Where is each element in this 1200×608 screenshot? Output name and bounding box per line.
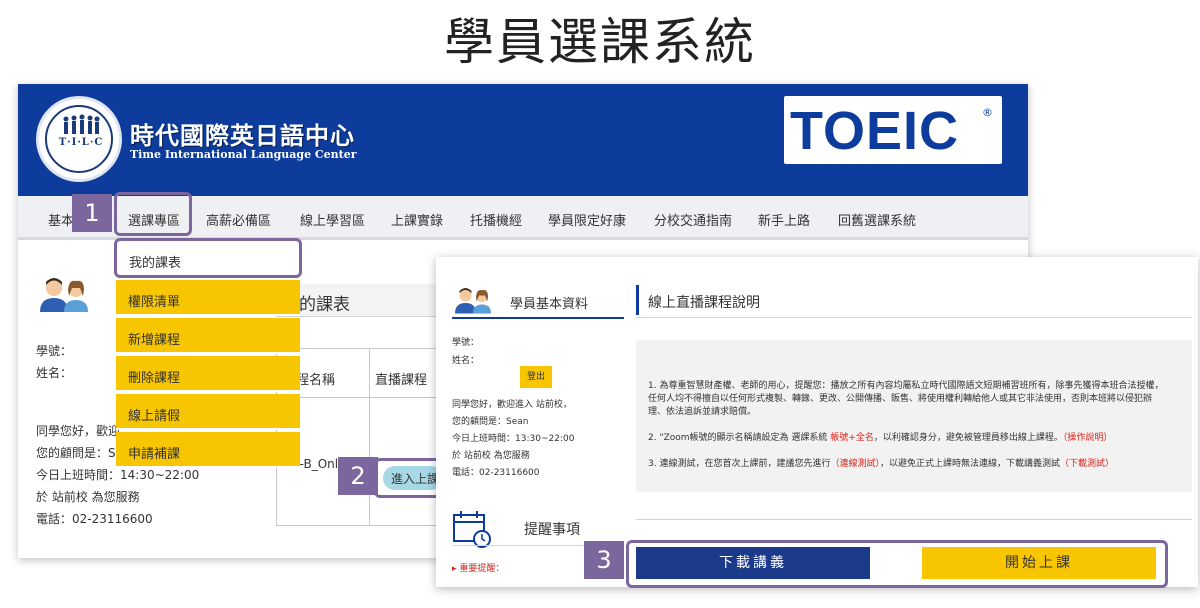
highlight-course-selection xyxy=(114,192,192,236)
logo-letters: T·I·L·C xyxy=(58,137,104,148)
notice-account-name: 帳號+全名 xyxy=(830,433,874,443)
branch-text: 於 站前校 為您服務 xyxy=(452,451,530,461)
nav-item-exam-notes[interactable]: 托播機經 xyxy=(470,210,522,229)
logout-button[interactable]: 登出 xyxy=(520,366,552,388)
nav-item-branch-directions[interactable]: 分校交通指南 xyxy=(654,210,732,229)
notice-line-2-text-b: ，以利確認身分，避免被管理員移出線上課程。 xyxy=(873,433,1063,443)
table-column-divider xyxy=(369,349,370,525)
nav-item-basic[interactable]: 基本 xyxy=(48,210,74,229)
students-avatar-icon xyxy=(455,288,491,314)
brand-name-en: Time International Language Center xyxy=(130,148,357,161)
menu-item-add-course[interactable]: 新增課程 xyxy=(116,318,300,354)
nav-item-online-learning[interactable]: 線上學習區 xyxy=(300,210,365,229)
notice-line-2: 2. "Zoom帳號的顯示名稱請設定為 選課系統 帳號+全名，以利確認身分，避免… xyxy=(648,430,1112,443)
student-name-label: 姓名： xyxy=(36,366,73,380)
section-title: 線上直播課程說明 xyxy=(648,295,760,311)
menu-item-delete-course[interactable]: 刪除課程 xyxy=(116,356,300,392)
highlight-enter-class xyxy=(374,458,442,498)
callout-badge-2: 2 xyxy=(338,457,378,495)
highlight-my-schedule xyxy=(114,238,302,278)
page-title: 學員選課系統 xyxy=(444,13,756,71)
greeting-text: 同學您好，歡迎 xyxy=(36,424,121,438)
student-name-label: 姓名： xyxy=(452,356,480,366)
notice-line-3-text: 3. 連線測試，在您首次上課前，建議您先進行 xyxy=(648,459,831,469)
table-col-live-course: 直播課程 xyxy=(375,373,428,388)
work-hours-text: 今日上班時間：13:30~22:00 xyxy=(452,434,575,444)
menu-item-online-leave[interactable]: 線上請假 xyxy=(116,394,300,430)
student-info-underline xyxy=(452,317,624,319)
advisor-text: 您的顧問是：S xyxy=(36,446,116,460)
nav-item-class-recordings[interactable]: 上課實錄 xyxy=(391,210,443,229)
callout-badge-1: 1 xyxy=(72,194,112,232)
highlight-class-buttons xyxy=(626,540,1168,588)
phone-text: 電話：02-23116600 xyxy=(452,468,540,478)
student-id-label: 學號： xyxy=(36,344,73,358)
greeting-text: 同學您好，歡迎進入 站前校， xyxy=(452,400,572,410)
notice-line-1b: 任何人均不得擅自以任何形式複製、轉錄、更改、公開傳播、販售、將使用權利轉給他人或… xyxy=(648,394,1153,404)
notice-line-1: 1. 為尊重智慧財產權、老師的用心，提醒您：播放之所有內容均屬私立時代國際語文短… xyxy=(648,381,1164,391)
connection-test-link[interactable]: （連線測試） xyxy=(830,459,880,469)
nav-item-getting-started[interactable]: 新手上路 xyxy=(758,210,810,229)
calendar-clock-icon xyxy=(453,511,491,548)
reminder-title: 提醒事項 xyxy=(524,522,580,538)
branch-text: 於 站前校 為您服務 xyxy=(36,490,140,504)
student-id-label: 學號： xyxy=(452,338,480,348)
important-reminder: ▸ 重要提醒： xyxy=(452,564,505,574)
nav-item-old-system[interactable]: 回舊選課系統 xyxy=(838,210,916,229)
tilc-logo[interactable]: T·I·L·C xyxy=(36,96,122,182)
toeic-logo: TOEIC ® xyxy=(784,96,1002,164)
notice-line-2-text: 2. "Zoom帳號的顯示名稱請設定為 選課系統 xyxy=(648,433,828,443)
student-info-title: 學員基本資料 xyxy=(510,297,589,312)
toeic-logo-text: TOEIC xyxy=(790,101,960,161)
section-title-divider xyxy=(636,317,1192,318)
site-header: T·I·L·C 時代國際英日語中心 Time International Lan… xyxy=(18,84,1028,196)
phone-text: 電話：02-23116600 xyxy=(36,512,153,526)
callout-badge-3: 3 xyxy=(584,541,624,579)
right-screenshot: 學員基本資料 學號： 姓名： 登出 同學您好，歡迎進入 站前校， 您的顧問是：S… xyxy=(436,257,1198,587)
menu-item-permissions[interactable]: 權限清單 xyxy=(116,280,300,316)
download-test-link[interactable]: （下載測試） xyxy=(1060,459,1114,469)
menu-item-makeup-class[interactable]: 申請補課 xyxy=(116,432,300,468)
buttons-divider xyxy=(636,519,1192,520)
nav-item-high-salary[interactable]: 高薪必備區 xyxy=(206,210,271,229)
students-avatar-icon xyxy=(40,278,88,312)
nav-item-student-offers[interactable]: 學員限定好康 xyxy=(548,210,626,229)
operation-guide-link[interactable]: （操作說明） xyxy=(1063,433,1113,443)
people-silhouette-icon xyxy=(63,114,100,134)
notice-line-3-text-b: ，以避免正式上課時無法連線，下載講義測試 xyxy=(879,459,1060,469)
logo-inner-ring: T·I·L·C xyxy=(45,105,113,173)
advisor-text: 您的顧問是：Sean xyxy=(452,417,529,427)
notice-line-1c: 理、依法追訴並請求賠償。 xyxy=(648,407,757,417)
notice-box: 1. 為尊重智慧財產權、老師的用心，提醒您：播放之所有內容均屬私立時代國際語文短… xyxy=(636,340,1192,492)
notice-line-3: 3. 連線測試，在您首次上課前，建議您先進行（連線測試），以避免正式上課時無法連… xyxy=(648,456,1114,469)
section-title-accent xyxy=(636,285,639,315)
registered-mark: ® xyxy=(982,106,993,119)
brand-name-zh: 時代國際英日語中心 xyxy=(130,122,355,150)
